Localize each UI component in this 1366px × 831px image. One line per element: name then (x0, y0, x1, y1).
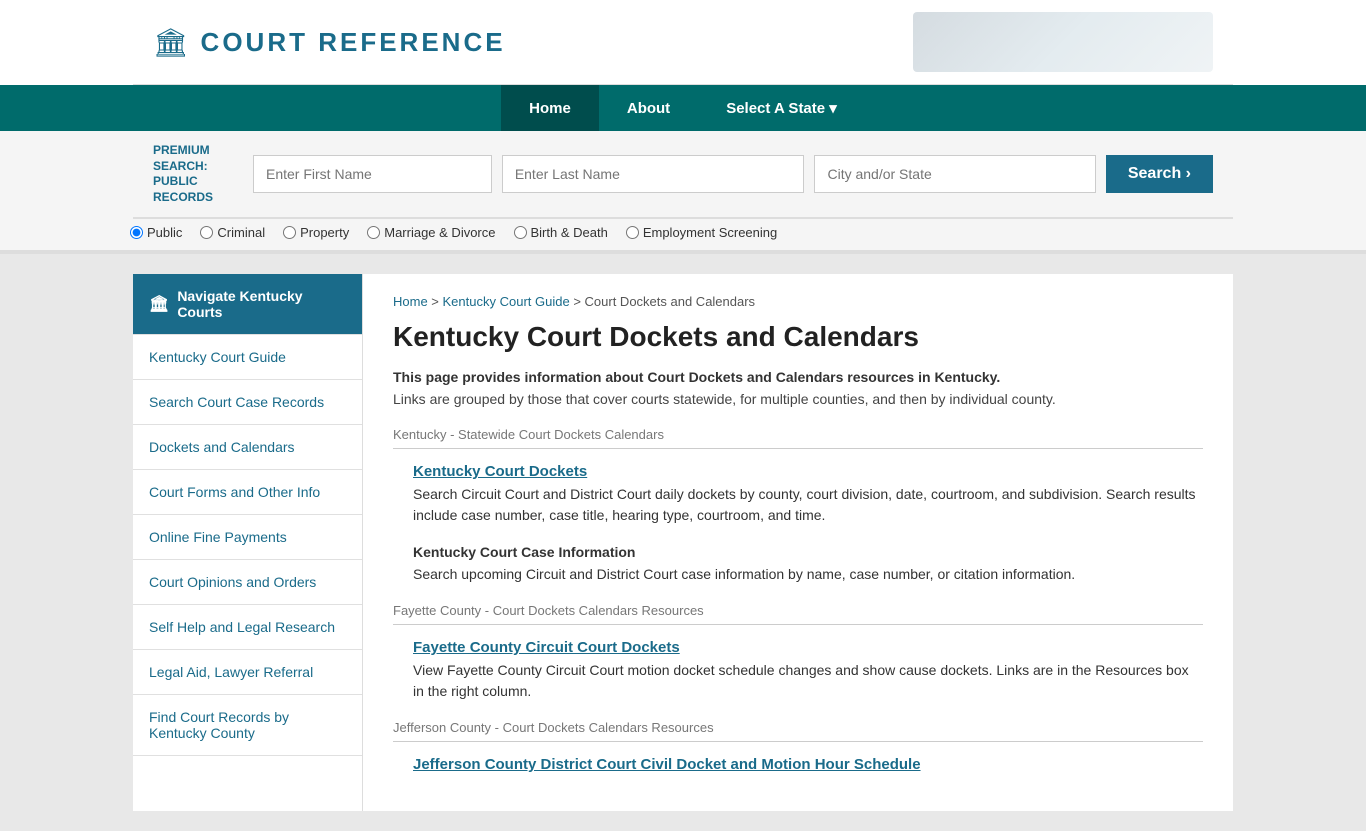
section-header-statewide: Kentucky - Statewide Court Dockets Calen… (393, 427, 1203, 442)
ky-dockets-link[interactable]: Kentucky Court Dockets (413, 463, 1203, 480)
sidebar-item-legalaid[interactable]: Legal Aid, Lawyer Referral (133, 650, 362, 695)
sidebar-label-guide: Kentucky Court Guide (149, 349, 286, 365)
ky-case-info-desc-wrap: Search upcoming Circuit and District Cou… (393, 564, 1203, 585)
nav-about[interactable]: About (599, 85, 698, 131)
logo-icon: 🏛 (153, 26, 189, 59)
sidebar-item-guide[interactable]: Kentucky Court Guide (133, 335, 362, 380)
sidebar-label-navigate: Navigate Kentucky Courts (177, 288, 346, 320)
sidebar-label-selfhelp: Self Help and Legal Research (149, 619, 335, 635)
breadcrumb-current: Court Dockets and Calendars (585, 294, 756, 309)
sidebar-item-forms[interactable]: Court Forms and Other Info (133, 470, 362, 515)
sidebar-item-county-records[interactable]: Find Court Records by Kentucky County (133, 695, 362, 756)
breadcrumb-home[interactable]: Home (393, 294, 428, 309)
intro-bold: This page provides information about Cou… (393, 369, 1203, 385)
radio-public[interactable]: Public (130, 225, 182, 240)
logo-text: COURT REFERENCE (201, 27, 506, 58)
sidebar-label-county-records: Find Court Records by Kentucky County (149, 709, 346, 741)
sidebar-item-fines[interactable]: Online Fine Payments (133, 515, 362, 560)
resource-fayette: Fayette County Circuit Court Dockets Vie… (393, 639, 1203, 702)
radio-employment[interactable]: Employment Screening (626, 225, 777, 240)
sidebar-item-case-records[interactable]: Search Court Case Records (133, 380, 362, 425)
sidebar-label-fines: Online Fine Payments (149, 529, 287, 545)
radio-birth-death[interactable]: Birth & Death (514, 225, 608, 240)
breadcrumb-guide[interactable]: Kentucky Court Guide (443, 294, 570, 309)
ky-case-info-desc: Search upcoming Circuit and District Cou… (413, 564, 1203, 585)
nav-select-state[interactable]: Select A State ▾ (698, 85, 865, 131)
radio-property[interactable]: Property (283, 225, 349, 240)
ky-dockets-desc: Search Circuit Court and District Court … (413, 484, 1203, 526)
sidebar-item-dockets[interactable]: Dockets and Calendars (133, 425, 362, 470)
sidebar-label-case-records: Search Court Case Records (149, 394, 324, 410)
resource-ky-dockets: Kentucky Court Dockets Search Circuit Co… (393, 463, 1203, 526)
sidebar-item-navigate[interactable]: 🏛 Navigate Kentucky Courts (133, 274, 362, 335)
search-button[interactable]: Search › (1106, 155, 1213, 193)
section-header-jefferson: Jefferson County - Court Dockets Calenda… (393, 720, 1203, 735)
page-title: Kentucky Court Dockets and Calendars (393, 321, 1203, 353)
nav-home[interactable]: Home (501, 85, 599, 131)
section-header-fayette: Fayette County - Court Dockets Calendars… (393, 603, 1203, 618)
sidebar-label-opinions: Court Opinions and Orders (149, 574, 316, 590)
sidebar-item-selfhelp[interactable]: Self Help and Legal Research (133, 605, 362, 650)
radio-criminal[interactable]: Criminal (200, 225, 265, 240)
sidebar-label-forms: Court Forms and Other Info (149, 484, 320, 500)
fayette-desc: View Fayette County Circuit Court motion… (413, 660, 1203, 702)
fayette-link[interactable]: Fayette County Circuit Court Dockets (413, 639, 1203, 656)
courthouse-icon: 🏛 (149, 294, 169, 314)
sidebar-label-dockets: Dockets and Calendars (149, 439, 295, 455)
jefferson-link[interactable]: Jefferson County District Court Civil Do… (413, 756, 1203, 773)
intro-normal: Links are grouped by those that cover co… (393, 391, 1203, 407)
radio-marriage-divorce[interactable]: Marriage & Divorce (367, 225, 495, 240)
premium-label: PREMIUM SEARCH: PUBLIC RECORDS (153, 143, 243, 205)
sidebar-label-legalaid: Legal Aid, Lawyer Referral (149, 664, 313, 680)
breadcrumb: Home > Kentucky Court Guide > Court Dock… (393, 294, 1203, 309)
first-name-input[interactable] (253, 155, 492, 193)
sidebar-item-opinions[interactable]: Court Opinions and Orders (133, 560, 362, 605)
last-name-input[interactable] (502, 155, 805, 193)
city-state-input[interactable] (814, 155, 1095, 193)
ky-case-info-title: Kentucky Court Case Information (393, 544, 1203, 560)
resource-jefferson: Jefferson County District Court Civil Do… (393, 756, 1203, 773)
